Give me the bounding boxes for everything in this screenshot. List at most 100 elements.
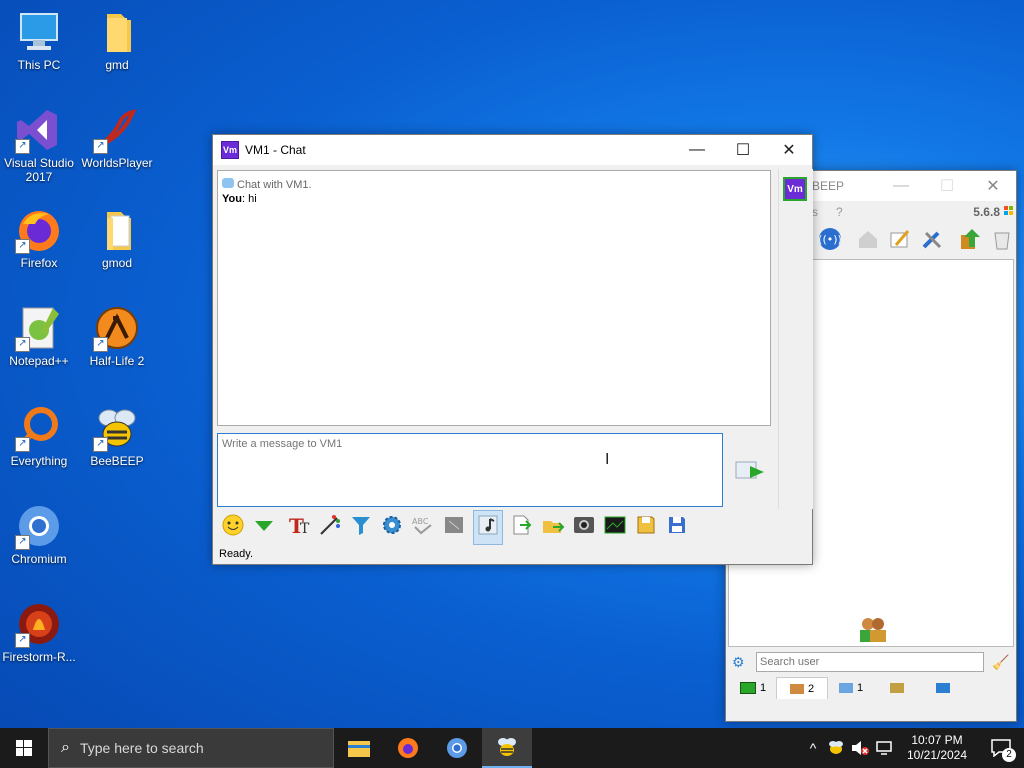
send-file-icon[interactable]	[510, 513, 534, 542]
chat-window-title: VM1 - Chat	[245, 143, 306, 157]
tab-chats[interactable]: 1	[730, 677, 776, 699]
desktop-icon-gmod[interactable]: gmod	[78, 206, 156, 270]
network-users-icon	[890, 683, 904, 693]
shortcut-arrow-icon: ↗	[93, 337, 108, 352]
menu-item-help[interactable]: ?	[836, 205, 843, 219]
tray-beebeep[interactable]	[824, 728, 848, 768]
text-cursor-icon: I	[605, 451, 610, 468]
bee-icon	[498, 738, 516, 756]
firefox-icon: ↗	[15, 206, 63, 254]
screenshot-icon[interactable]	[572, 513, 596, 542]
send-button[interactable]	[733, 457, 767, 483]
network-icon[interactable]: ((•))	[818, 227, 842, 256]
desktop-icon-firefox[interactable]: ↗ Firefox	[0, 206, 78, 270]
taskbar-beebeep[interactable]	[482, 728, 532, 768]
computer-icon	[15, 8, 63, 56]
tab-users[interactable]: 2	[776, 677, 828, 699]
settings-gear-icon[interactable]	[380, 513, 404, 542]
spellcheck-icon[interactable]: ABC	[411, 513, 435, 542]
tray-network[interactable]	[872, 728, 896, 768]
send-arrow-icon	[735, 461, 764, 479]
user-search-bar: ⚙ 🧹	[732, 651, 1012, 673]
close-button[interactable]: ✕	[970, 171, 1016, 201]
update-icon[interactable]	[958, 227, 982, 256]
bee-icon	[829, 741, 843, 754]
firefox-icon	[398, 738, 418, 758]
desktop-icon-worldsplayer[interactable]: ↗ WorldsPlayer	[78, 106, 156, 170]
message-input[interactable]	[217, 433, 723, 507]
worldsplayer-icon: ↗	[93, 106, 141, 154]
chat-green-icon	[739, 682, 756, 694]
edit-note-icon[interactable]	[888, 227, 912, 256]
tray-overflow-button[interactable]: ^	[802, 728, 824, 768]
notepad-plus-plus-icon: ↗	[15, 304, 63, 352]
tab-groups[interactable]: 1	[828, 677, 874, 699]
desktop-icon-half-life-2[interactable]: ↗ Half-Life 2	[78, 304, 156, 368]
minimize-button[interactable]: —	[878, 171, 924, 201]
clear-search-icon[interactable]: 🧹	[992, 654, 1009, 671]
home-icon[interactable]	[856, 227, 880, 256]
save-icon[interactable]	[634, 513, 658, 542]
chat-members-panel: Vm	[778, 169, 813, 509]
message-history[interactable]: Chat with VM1. You: hi	[217, 170, 771, 426]
status-text: Ready.	[219, 548, 254, 560]
filter-icon[interactable]	[349, 513, 373, 542]
tray-clock[interactable]: 10:07 PM 10/21/2024	[896, 733, 978, 763]
network-monitor-icon	[876, 741, 892, 755]
trash-icon[interactable]	[990, 227, 1014, 256]
chat-status-bar: Ready.	[213, 545, 818, 563]
color-picker-icon[interactable]	[318, 513, 342, 542]
taskbar-chromium[interactable]	[432, 728, 482, 768]
maximize-button[interactable]: ☐	[720, 135, 766, 165]
minimize-button[interactable]: —	[674, 135, 720, 165]
group-chat-icon	[838, 683, 853, 693]
emoticon-list-icon[interactable]	[252, 513, 276, 542]
desktop-icon-everything[interactable]: ↗ Everything	[0, 404, 78, 468]
chat-header-line: Chat with VM1.	[222, 175, 766, 191]
windows-flag-icon	[1004, 205, 1014, 219]
start-button[interactable]	[0, 728, 48, 768]
save-chat-icon[interactable]	[665, 513, 689, 542]
taskbar-search-box[interactable]: ⌕ Type here to search	[48, 728, 334, 768]
music-note-icon[interactable]	[473, 509, 503, 545]
tray-volume[interactable]	[848, 728, 872, 768]
chat-message: You: hi	[222, 193, 257, 205]
maximize-button[interactable]: ☐	[924, 171, 970, 201]
speaker-muted-icon	[852, 741, 869, 755]
gear-icon[interactable]: ⚙	[732, 654, 756, 671]
desktop-icon-visual-studio[interactable]: ↗ Visual Studio 2017	[0, 106, 78, 184]
chat-bubble-icon	[222, 178, 234, 188]
member-avatar[interactable]: Vm	[783, 177, 807, 201]
send-folder-icon[interactable]	[541, 513, 565, 542]
close-button[interactable]: ✕	[766, 135, 812, 165]
font-icon[interactable]: TT	[287, 513, 311, 542]
folder-icon	[93, 206, 141, 254]
shortcut-arrow-icon: ↗	[93, 437, 108, 452]
tab-files[interactable]	[920, 677, 966, 699]
emoticon-icon[interactable]	[221, 513, 245, 542]
action-center-button[interactable]: 2	[978, 728, 1024, 768]
chat-window[interactable]: Vm VM1 - Chat — ☐ ✕ Vm Chat with VM1. Yo…	[212, 134, 813, 565]
desktop-icon-beebeep[interactable]: ↗ BeeBEEP	[78, 404, 156, 468]
bee-icon: ↗	[93, 404, 141, 452]
screen-capture-icon[interactable]	[603, 513, 627, 542]
taskbar-firefox[interactable]	[384, 728, 432, 768]
text-box-icon[interactable]	[442, 513, 466, 542]
svg-text:T: T	[300, 521, 310, 537]
search-user-input[interactable]	[756, 652, 984, 672]
chat-toolbar: TT ABC	[221, 509, 701, 545]
desktop-icon-this-pc[interactable]: This PC	[0, 8, 78, 72]
desktop-icon-firestorm[interactable]: ↗ Firestorm-R...	[0, 600, 78, 664]
version-label: 5.6.8	[973, 205, 1000, 219]
svg-text:ABC: ABC	[412, 517, 429, 526]
tools-icon[interactable]	[920, 227, 944, 256]
chat-titlebar[interactable]: Vm VM1 - Chat — ☐ ✕	[213, 135, 812, 165]
desktop-icon-notepad-plus-plus[interactable]: ↗ Notepad++	[0, 304, 78, 368]
desktop-icon-chromium[interactable]: ↗ Chromium	[0, 502, 78, 566]
search-icon: ⌕	[61, 739, 70, 756]
desktop-icon-gmd[interactable]: gmd	[78, 8, 156, 72]
vm-badge-icon: Vm	[221, 141, 239, 159]
shortcut-arrow-icon: ↗	[15, 337, 30, 352]
tab-network[interactable]	[874, 677, 920, 699]
taskbar-file-explorer[interactable]	[334, 728, 384, 768]
